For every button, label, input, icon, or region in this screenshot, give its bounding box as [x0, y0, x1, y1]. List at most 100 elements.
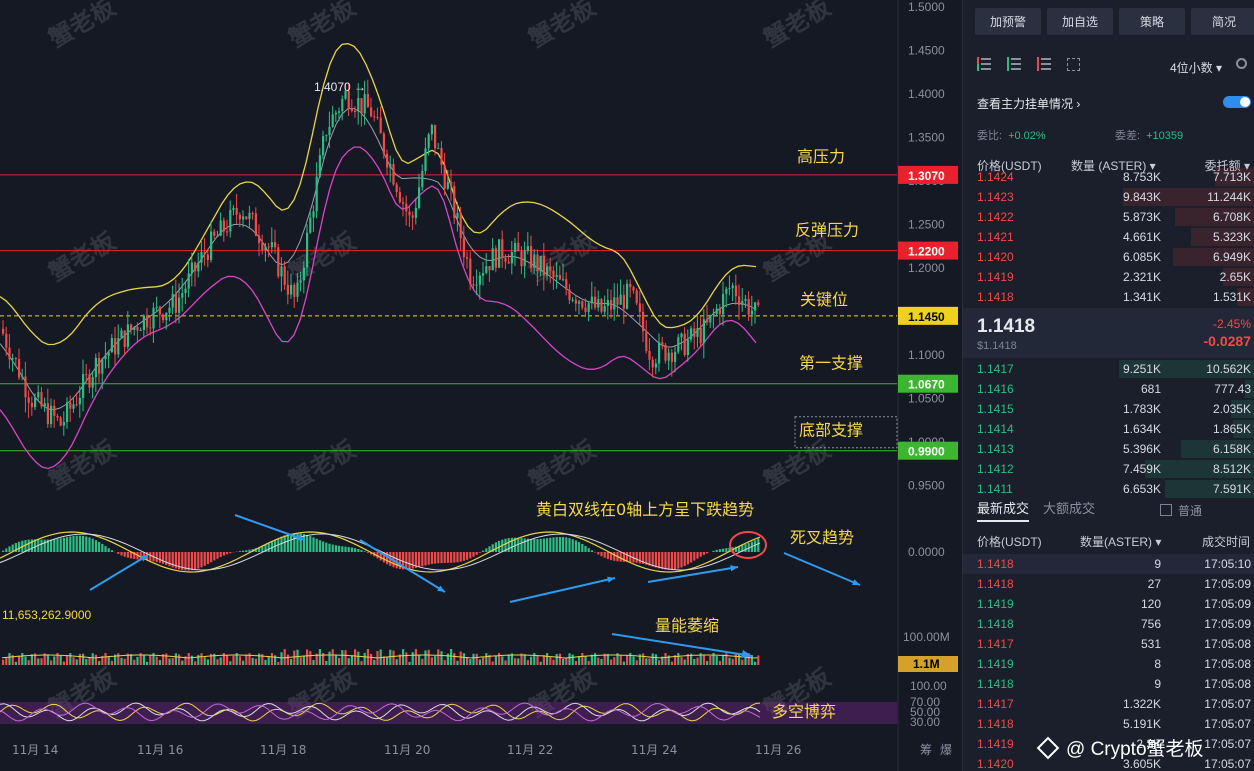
volume-bar [405, 652, 408, 665]
ask-row[interactable]: 1.1424 8.753K 7.713K [963, 167, 1254, 187]
candle-body [606, 300, 609, 306]
popout-icon[interactable] [1067, 57, 1080, 71]
candle-body [258, 235, 261, 243]
volume-bar [658, 660, 661, 665]
volume-bar [37, 658, 40, 665]
candle-body [11, 358, 14, 360]
macd-bar [270, 541, 273, 552]
row-price: 1.1417 [977, 362, 1014, 376]
volume-bar [120, 657, 123, 665]
trade-col-qty[interactable]: 数量(ASTER) ▾ [1080, 533, 1161, 550]
candle-body [120, 330, 123, 339]
volume-bar [251, 657, 254, 665]
macd-bar [571, 539, 574, 552]
macd-bar [590, 550, 593, 552]
candle-body [216, 235, 219, 237]
volume-bar [555, 653, 558, 665]
orderbook-both-icon[interactable] [977, 57, 991, 71]
volume-bar [418, 654, 421, 665]
volume-bar [24, 656, 27, 665]
volume-bar [88, 657, 91, 665]
candle-body [427, 134, 430, 149]
orderbook-bids-icon[interactable] [1007, 57, 1021, 71]
bid-row[interactable]: 1.1413 5.396K 6.158K [963, 439, 1254, 459]
bid-row[interactable]: 1.1416 681 777.43 [963, 379, 1254, 399]
candle-body [162, 314, 165, 321]
macd-bar [654, 552, 657, 568]
candle-body [110, 338, 113, 353]
macd-bar [395, 552, 398, 569]
candle-body [530, 246, 533, 268]
ask-row[interactable]: 1.1419 2.321K 2.65K [963, 267, 1254, 287]
candle-body [555, 275, 558, 278]
bid-row[interactable]: 1.1412 7.459K 8.512K [963, 459, 1254, 479]
ask-row[interactable]: 1.1422 5.873K 6.708K [963, 207, 1254, 227]
bid-row[interactable]: 1.1411 6.653K 7.591K [963, 479, 1254, 499]
candle-body [546, 266, 549, 276]
date-label: 11月 26 [755, 743, 801, 757]
decimal-select[interactable]: 4位小数 ▾ [1170, 59, 1222, 76]
price-axis-label: 1.4000 [908, 87, 945, 101]
macd-bar [702, 552, 705, 555]
candle-body [616, 297, 619, 305]
strategy-button[interactable]: 策略 [1119, 8, 1185, 35]
volume-bar [693, 658, 696, 665]
candle-body [187, 273, 190, 289]
bid-row[interactable]: 1.1417 9.251K 10.562K [963, 359, 1254, 379]
tab-latest-trades[interactable]: 最新成交 [977, 501, 1030, 522]
volume-bar [363, 652, 366, 665]
candle-body [722, 293, 725, 315]
candle-body [56, 415, 59, 418]
macd-bar [754, 540, 757, 552]
volume-bar [475, 653, 478, 665]
ask-row[interactable]: 1.1423 9.843K 11.244K [963, 187, 1254, 207]
ask-row[interactable]: 1.1418 1.341K 1.531K [963, 287, 1254, 307]
candle-body [453, 186, 456, 219]
depth-link[interactable]: 查看主力挂单情况 › [977, 95, 1080, 112]
row-price: 1.1424 [977, 170, 1014, 184]
volume-arrow [611, 633, 753, 657]
chart-panel[interactable]: 1.50001.45001.40001.35001.30001.25001.20… [0, 0, 962, 771]
macd-bar [315, 538, 318, 552]
candlestick-chart[interactable]: 1.50001.45001.40001.35001.30001.25001.20… [0, 0, 962, 771]
volume-bar [610, 659, 613, 665]
candle-body [536, 254, 539, 272]
volume-bar [696, 657, 699, 665]
price-axis-label: 1.2000 [908, 261, 945, 275]
ask-row[interactable]: 1.1421 4.661K 5.323K [963, 227, 1254, 247]
candle-body [469, 258, 472, 285]
macd-zero-label: 0.0000 [908, 545, 945, 559]
add-alert-button[interactable]: 加预警 [975, 8, 1041, 35]
bid-row[interactable]: 1.1415 1.783K 2.035K [963, 399, 1254, 419]
candle-body [203, 252, 206, 255]
candle-body [18, 359, 21, 378]
tab-large-trades[interactable]: 大额成交 [1043, 501, 1095, 516]
orderbook-asks-icon[interactable] [1037, 57, 1051, 71]
candle-body [754, 302, 757, 311]
bid-row[interactable]: 1.1414 1.634K 1.865K [963, 419, 1254, 439]
candle-body [190, 262, 193, 274]
volume-bar [40, 658, 43, 665]
macd-bar [245, 550, 248, 552]
settings-icon[interactable] [1236, 58, 1247, 69]
volume-bar [734, 653, 737, 665]
ask-row[interactable]: 1.1420 6.085K 6.949K [963, 247, 1254, 267]
candle-body [219, 220, 222, 236]
overview-button[interactable]: 简况 [1191, 8, 1254, 35]
row-total: 5.323K [1212, 230, 1251, 244]
macd-bar [408, 552, 411, 570]
volume-arrowhead [741, 650, 752, 658]
candle-body [123, 330, 126, 347]
macd-bar [667, 552, 670, 570]
row-total: 1.531K [1212, 290, 1251, 304]
candle-body [107, 352, 110, 356]
trade-time: 17:05:08 [1204, 657, 1251, 671]
candle-body [696, 328, 699, 337]
volume-bar [216, 659, 219, 665]
add-watchlist-button[interactable]: 加自选 [1047, 8, 1113, 35]
row-qty: 2.321K [1122, 270, 1161, 284]
depth-toggle[interactable] [1223, 96, 1251, 108]
volume-bar [437, 649, 440, 665]
macd-bar [437, 552, 440, 564]
normal-checkbox[interactable] [1160, 504, 1172, 516]
